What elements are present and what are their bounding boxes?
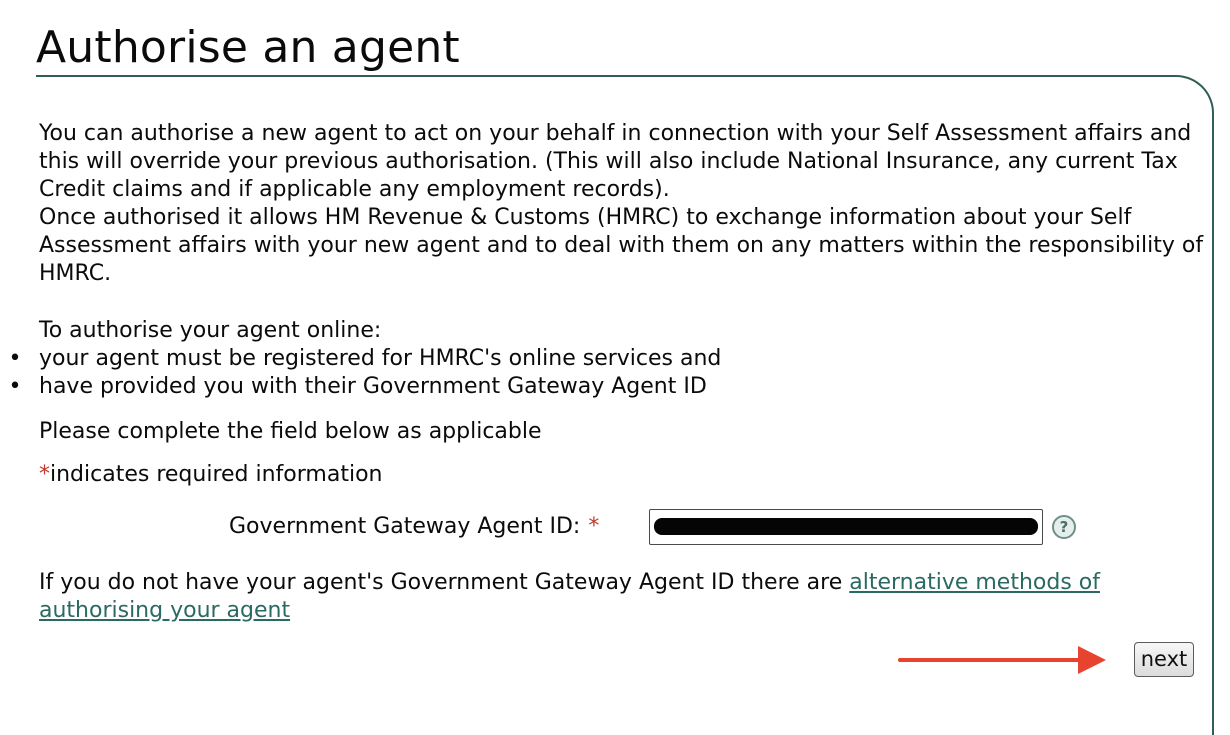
page-title: Authorise an agent <box>36 22 460 73</box>
form-instruction: Please complete the field below as appli… <box>39 419 542 444</box>
requirement-text: your agent must be registered for HMRC's… <box>39 346 722 371</box>
list-item: • have provided you with their Governmen… <box>9 373 721 401</box>
required-asterisk: * <box>39 462 50 487</box>
bullet-icon: • <box>8 346 22 371</box>
arrow-icon <box>898 646 1106 674</box>
required-note: *indicates required information <box>39 461 382 489</box>
bullet-icon: • <box>8 374 22 399</box>
requirements-list: • your agent must be registered for HMRC… <box>9 345 722 401</box>
required-asterisk: * <box>588 514 600 539</box>
requirement-text: have provided you with their Government … <box>39 374 707 399</box>
next-button[interactable]: next <box>1134 642 1194 677</box>
intro-paragraph: You can authorise a new agent to act on … <box>39 121 1192 202</box>
alternative-methods-text: If you do not have your agent's Governme… <box>39 569 1199 625</box>
help-icon[interactable]: ? <box>1052 515 1076 539</box>
online-heading: To authorise your agent online: <box>39 318 382 343</box>
required-note-text: indicates required information <box>50 462 383 487</box>
intro-paragraph-2: Once authorised it allows HM Revenue & C… <box>39 205 1204 286</box>
agent-id-label-text: Government Gateway Agent ID: <box>229 514 581 539</box>
agent-id-input[interactable] <box>649 509 1043 545</box>
list-item: • your agent must be registered for HMRC… <box>9 345 722 373</box>
redacted-value <box>654 518 1038 535</box>
intro-text: You can authorise a new agent to act on … <box>39 120 1209 288</box>
agent-id-label: Government Gateway Agent ID: * <box>229 513 599 541</box>
alternative-methods-prefix: If you do not have your agent's Governme… <box>39 570 850 595</box>
